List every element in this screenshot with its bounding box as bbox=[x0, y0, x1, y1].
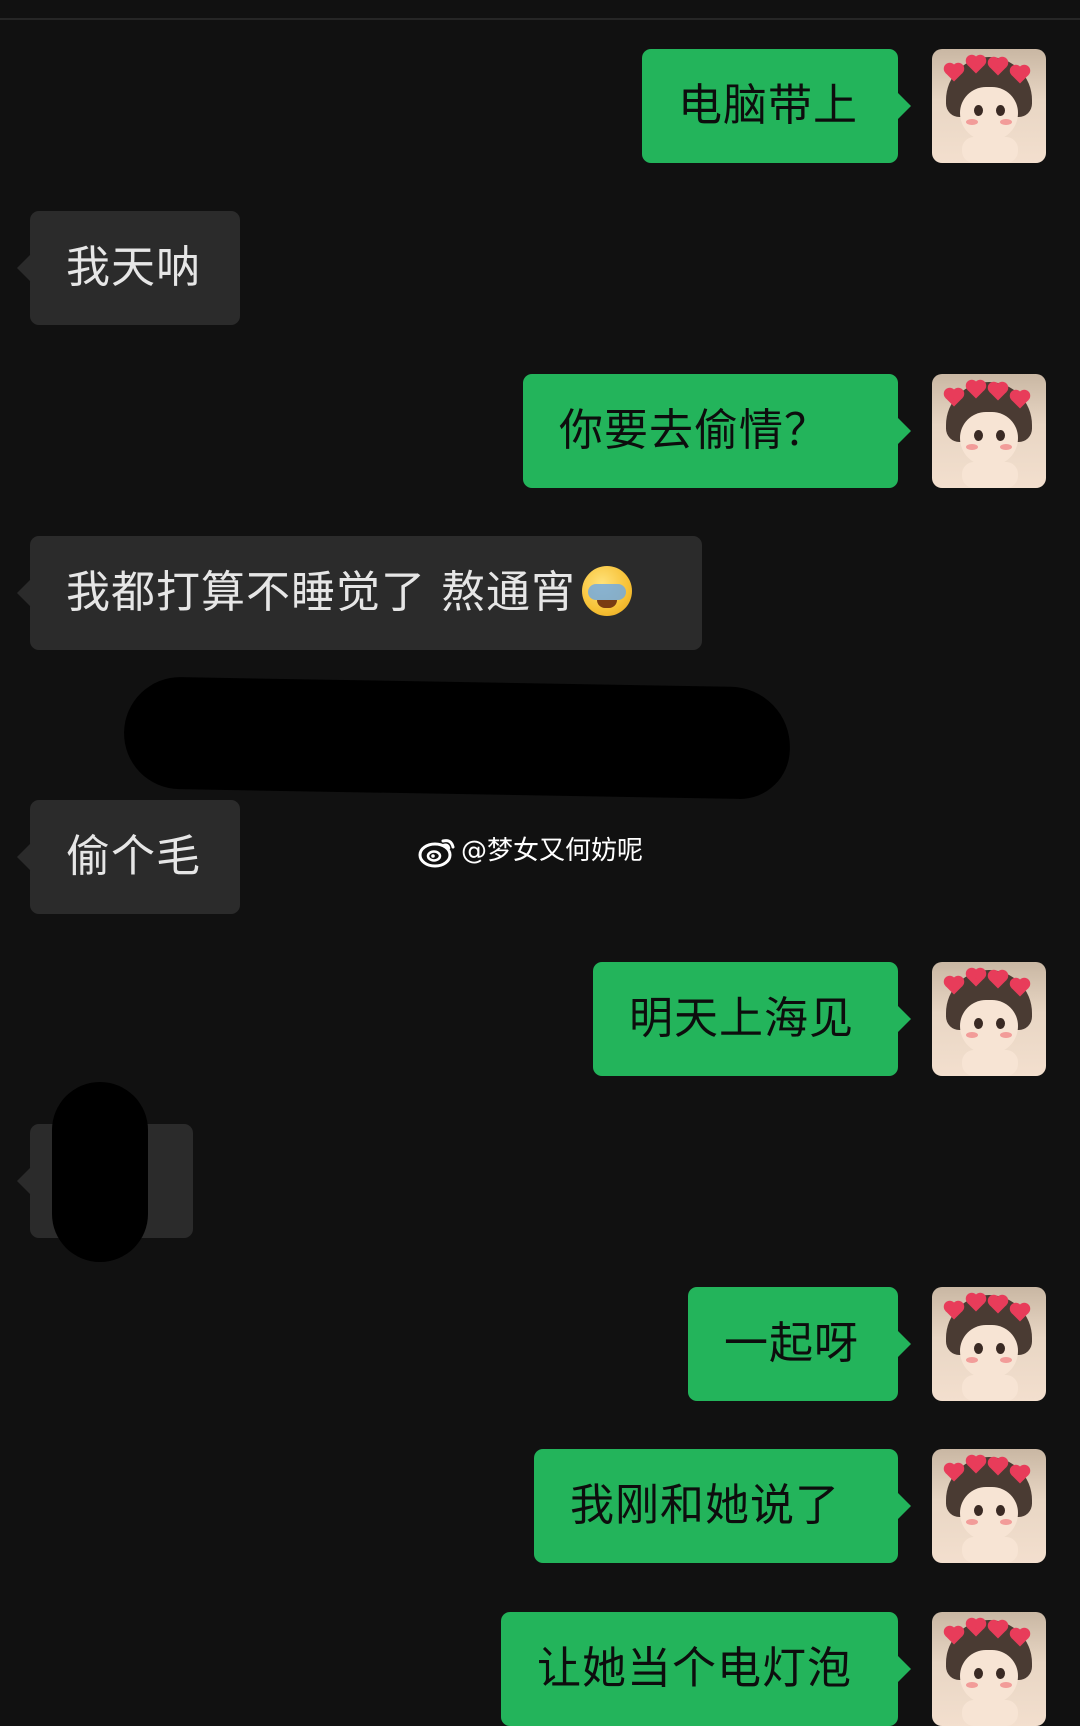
message-bubble-outgoing[interactable]: 一起呀 bbox=[688, 1287, 911, 1401]
message-text: 你要去偷情？ bbox=[559, 405, 829, 456]
message-text: 我都打算不睡觉了 熬通宵 bbox=[66, 567, 576, 618]
message-bubble-outgoing[interactable]: 我刚和她说了 bbox=[534, 1449, 911, 1563]
redaction-mark bbox=[123, 676, 791, 800]
message-bubble-outgoing[interactable]: 你要去偷情？ bbox=[523, 374, 911, 488]
message-bubble-outgoing[interactable]: 明天上海见 bbox=[593, 962, 911, 1076]
redaction-mark bbox=[52, 1082, 148, 1262]
watermark-text: @梦女又何妨呢 bbox=[461, 836, 644, 866]
avatar[interactable] bbox=[932, 1287, 1046, 1401]
avatar[interactable] bbox=[932, 962, 1046, 1076]
message-text: 偷个毛 bbox=[66, 831, 201, 882]
watermark: @梦女又何妨呢 bbox=[417, 831, 643, 871]
message-bubble-incoming[interactable]: 我天呐 bbox=[17, 211, 240, 325]
message-bubble-outgoing[interactable]: 让她当个电灯泡 bbox=[501, 1612, 911, 1726]
avatar[interactable] bbox=[932, 374, 1046, 488]
message-text: 我刚和她说了 bbox=[570, 1480, 840, 1531]
message-text: 电脑带上 bbox=[678, 80, 858, 131]
message-bubble-incoming[interactable]: 我都打算不睡觉了 熬通宵 bbox=[17, 536, 702, 650]
avatar[interactable] bbox=[932, 1449, 1046, 1563]
message-bubble-outgoing[interactable]: 电脑带上 bbox=[642, 49, 911, 163]
avatar[interactable] bbox=[932, 1612, 1046, 1726]
message-text: 一起呀 bbox=[724, 1318, 859, 1369]
weibo-icon bbox=[418, 838, 455, 867]
message-text: 明天上海见 bbox=[629, 993, 854, 1044]
message-text: 让她当个电灯泡 bbox=[537, 1643, 852, 1694]
avatar[interactable] bbox=[932, 49, 1046, 163]
top-divider bbox=[0, 18, 1080, 20]
face-with-tears-of-joy-emoji bbox=[582, 566, 632, 616]
message-bubble-incoming[interactable]: 偷个毛 bbox=[17, 800, 240, 914]
message-text: 我天呐 bbox=[66, 242, 201, 293]
